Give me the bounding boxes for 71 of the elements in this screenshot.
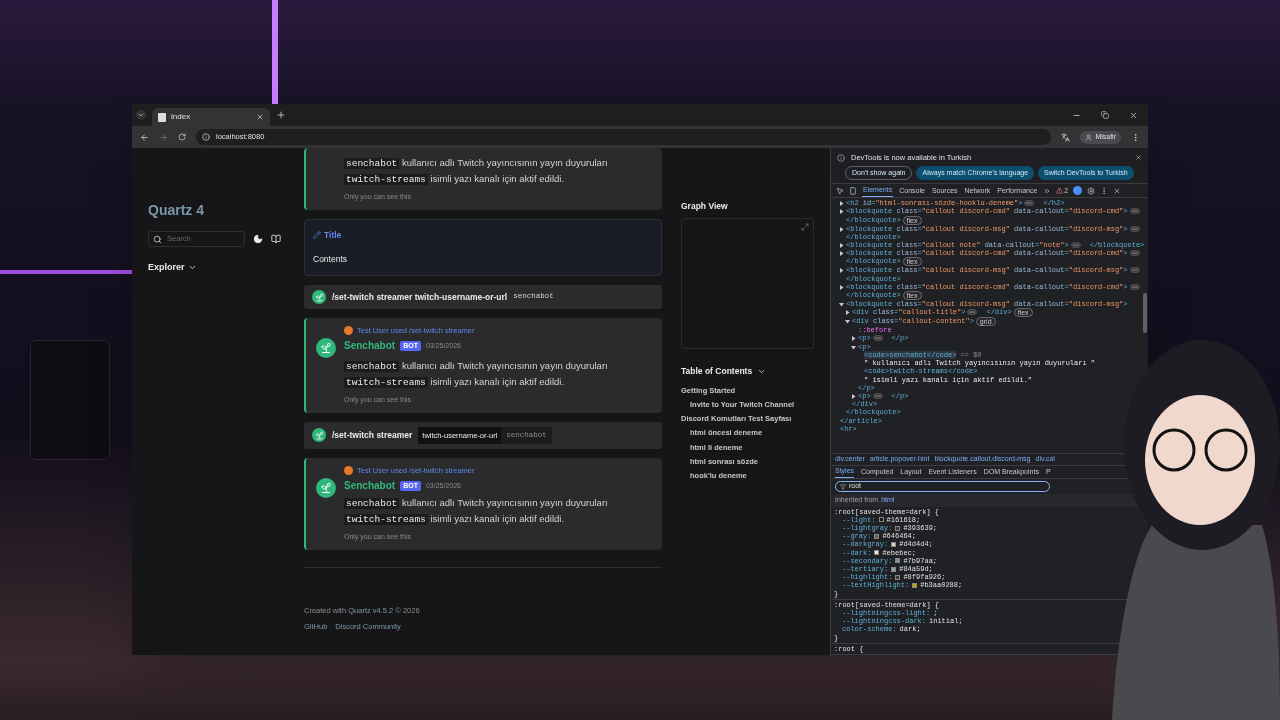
toc-toggle[interactable]: Table of Contents	[681, 364, 767, 378]
bot-avatar-icon	[316, 338, 336, 359]
info-icon	[837, 153, 845, 162]
callout-content: Contents	[313, 253, 349, 266]
page-icon	[158, 112, 166, 122]
reader-mode-icon[interactable]	[271, 234, 281, 244]
ellipsis-icon[interactable]	[872, 392, 883, 399]
site-title: Quartz 4	[148, 201, 205, 220]
expand-arrow-icon[interactable]	[839, 226, 844, 232]
ellipsis-icon[interactable]	[1070, 242, 1081, 249]
expand-arrow-icon[interactable]	[851, 336, 856, 342]
user-avatar-icon	[344, 466, 353, 476]
translate-icon[interactable]	[1061, 132, 1071, 142]
bot-avatar-icon	[312, 290, 326, 304]
close-icon[interactable]	[1135, 154, 1142, 162]
close-window-icon[interactable]	[1129, 110, 1138, 120]
ai-assistant-icon[interactable]	[1073, 186, 1083, 196]
bot-avatar-icon	[316, 478, 336, 499]
bot-avatar-icon	[312, 428, 326, 443]
browser-tab[interactable]: index	[152, 108, 270, 126]
author-name: Senchabot	[344, 339, 396, 354]
ellipsis-icon[interactable]	[1129, 208, 1140, 215]
ellipsis-icon[interactable]	[1024, 200, 1035, 207]
ellipsis-icon[interactable]	[1129, 225, 1140, 232]
inspect-icon[interactable]	[836, 186, 844, 195]
message-text: senchabot kullanıcı adlı Twitch yayıncısının yayın duyuruları twitch-streams isimli yazı kanalı için aktif edildi.	[344, 496, 609, 528]
ellipsis-icon[interactable]	[872, 335, 883, 342]
user-avatar-icon	[344, 326, 353, 336]
expand-arrow-icon[interactable]	[851, 393, 856, 399]
graph-title: Graph View	[681, 200, 729, 213]
settings-icon[interactable]	[1087, 186, 1096, 195]
expand-arrow-icon[interactable]	[839, 284, 844, 290]
expand-arrow-icon[interactable]	[839, 302, 844, 308]
ellipsis-icon[interactable]	[1129, 283, 1140, 290]
restore-icon[interactable]	[1101, 111, 1109, 119]
expand-arrow-icon[interactable]	[851, 344, 856, 350]
author-name: Senchabot	[344, 479, 396, 494]
pencil-icon	[313, 230, 321, 239]
message-text: senchabot kullanıcı adlı Twitch yayıncısının yayın duyuruları twitch-streams isimli yazı kanalı için aktif edildi.	[344, 359, 609, 391]
ellipsis-icon[interactable]	[1129, 267, 1140, 274]
person-icon	[1085, 133, 1093, 141]
expand-arrow-icon[interactable]	[839, 201, 844, 207]
expand-arrow-icon[interactable]	[845, 319, 850, 325]
moon-icon[interactable]	[253, 234, 263, 244]
warning-icon	[1056, 187, 1064, 195]
search-icon	[153, 234, 162, 244]
callout-title: Title	[324, 228, 342, 242]
ellipsis-icon[interactable]	[1129, 250, 1140, 257]
expand-graph-icon[interactable]	[801, 222, 809, 231]
explorer-toggle[interactable]: Explorer	[148, 261, 197, 275]
scrollbar-thumb	[1143, 293, 1147, 334]
close-icon[interactable]	[1113, 186, 1122, 195]
expand-arrow-icon[interactable]	[839, 268, 844, 274]
expand-arrow-icon[interactable]	[839, 243, 844, 249]
expand-arrow-icon[interactable]	[839, 251, 844, 257]
ellipsis-icon[interactable]	[967, 309, 978, 316]
filter-icon	[840, 483, 846, 490]
command-name: /set-twitch streamer	[332, 429, 413, 442]
tab-search-icon[interactable]	[136, 110, 146, 120]
expand-arrow-icon[interactable]	[845, 310, 850, 316]
new-tab-icon[interactable]	[276, 110, 286, 120]
close-tab-icon[interactable]	[256, 113, 264, 121]
device-icon[interactable]	[849, 186, 857, 195]
expand-arrow-icon[interactable]	[839, 209, 844, 215]
browser-menu-icon[interactable]	[1131, 132, 1140, 142]
site-info-icon[interactable]	[202, 133, 210, 141]
reload-icon[interactable]	[178, 133, 186, 141]
command-name: /set-twitch streamer twitch-username-or-url	[332, 290, 508, 304]
more-tabs-icon[interactable]	[1043, 186, 1052, 195]
message-text: senchabot kullanıcı adlı Twitch yayıncısının yayın duyuruları twitch-streams isimli yazı kanalı için aktif edildi.	[344, 156, 609, 187]
back-icon[interactable]	[140, 132, 149, 142]
